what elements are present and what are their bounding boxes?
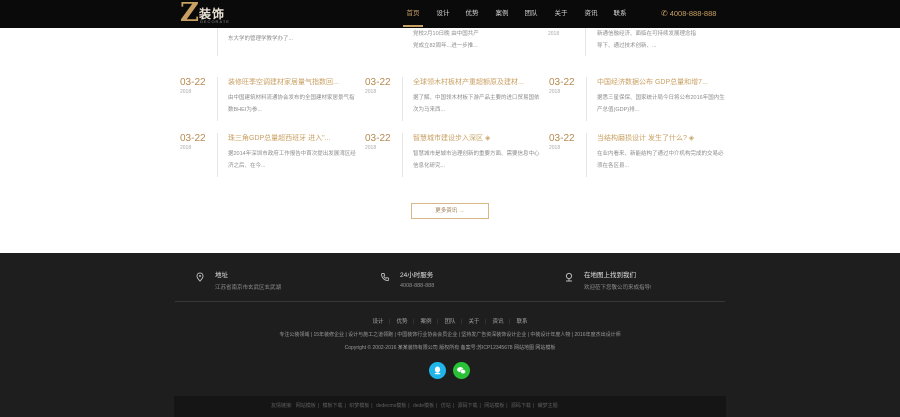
news-item[interactable]: 03-22 2018 当结构磨损设计 发生了什么? ◈ 在业内看来、新能结构了通… — [549, 133, 729, 183]
footer-nav-team[interactable]: 团队 — [444, 319, 455, 325]
news-year: 2018 — [365, 89, 377, 95]
nav-about[interactable]: 关于 — [550, 0, 572, 28]
wechat-button[interactable] — [453, 362, 470, 379]
map-pin-icon — [564, 272, 574, 282]
contact-title: 地址 — [215, 272, 228, 279]
copyright: Copyright © 2002-2016 某某装饰有限公司 版权所有 备案号:… — [344, 345, 556, 351]
phone-icon — [380, 272, 390, 282]
friend-link[interactable]: 网站模板 — [484, 403, 504, 409]
news-desc: 在业内看来、新能结构了通过中介机构完成的交易必须在各区县... — [597, 151, 724, 169]
partial-year: 2018 — [548, 31, 560, 37]
more-news-button[interactable]: 更多资讯 → — [411, 203, 489, 219]
news-item[interactable]: 03-22 2018 珠三角GDP总量超西班牙 进入"... 据2014年深圳市… — [180, 133, 360, 183]
qq-icon — [434, 366, 441, 375]
arrow-right-icon: → — [459, 208, 465, 214]
news-date: 03-22 — [180, 77, 206, 88]
friend-link[interactable]: 织梦模板 — [349, 403, 369, 409]
partial-desc: 党成立82周年...进一步推... — [413, 43, 478, 49]
footer-tags: 专注公装领域 | 15年装修企业 | 设计与施工之道领跑 | 中国装饰行业协会会… — [279, 332, 621, 338]
contact-detail: 欢迎莅下您敬公司来成指导! — [584, 285, 652, 291]
news-item[interactable]: 03-22 2018 智慧城市建设步入深区 ◈ 智慧城市是城市治理创新的重要方面… — [365, 133, 545, 183]
contact-title: 24小时服务 — [400, 272, 434, 279]
news-title[interactable]: 当结构磨损设计 发生了什么? ◈ — [597, 133, 727, 144]
footer-nav-news[interactable]: 资讯 — [492, 319, 503, 325]
news-title[interactable]: 装修旺季空调建材家居量气指数回... — [228, 77, 358, 88]
news-item[interactable]: 03-22 2018 全球领木村板材产重超额原及建材... 据了解、中国领木材板… — [365, 77, 545, 127]
nav-active-indicator — [403, 25, 423, 27]
nav-contact[interactable]: 联系 — [609, 0, 631, 28]
news-year: 2018 — [365, 145, 377, 151]
friend-link[interactable]: dedecms模板 — [376, 403, 406, 409]
logo[interactable]: Z 装饰 DECORATE — [180, 0, 260, 28]
friend-link[interactable]: 源码下载 — [511, 403, 531, 409]
news-desc: 由中国建筑材料流通协会发布的全国建材家居景气指数BHEI为参... — [228, 95, 355, 113]
nav-advantage[interactable]: 优势 — [461, 0, 483, 28]
site-footer: 地址 江苏省南京市玄武区玄武湖 24小时服务 4008-888-888 在地图上… — [0, 253, 900, 417]
friend-link[interactable]: 仿站 — [441, 403, 451, 409]
contact-title: 在地图上找到我们 — [584, 272, 636, 279]
more-news-label: 更多资讯 — [435, 208, 458, 214]
contact-detail: 4008-888-888 — [400, 283, 435, 289]
qq-button[interactable] — [429, 362, 446, 379]
friend-link[interactable]: 模板下载 — [323, 403, 343, 409]
phone-icon: ✆ — [661, 9, 668, 18]
footer-nav: 设计 | 优势 | 案例 | 团队 | 关于 | 资讯 | 联系 — [372, 319, 528, 325]
news-year: 2018 — [180, 89, 192, 95]
location-icon — [195, 272, 205, 282]
news-desc: 据悉三星保保、国家统计局今日将公布2016年国内生产总值(GDP)排... — [597, 95, 725, 113]
news-year: 2018 — [180, 145, 192, 151]
site-header: Z 装饰 DECORATE 首页 设计 优势 案例 团队 关于 资讯 联系 ✆ 4… — [0, 0, 900, 28]
partial-desc: 东大学的管理学教学办了... — [228, 36, 294, 42]
header-phone[interactable]: ✆ 4008-888-888 — [661, 0, 716, 28]
footer-nav-advantage[interactable]: 优势 — [397, 319, 408, 325]
news-desc: 据2014年深圳市政府工作报告中首次提出发展湾区经济之后、在今... — [228, 151, 356, 169]
news-title[interactable]: 全球领木村板材产重超额原及建材... — [413, 77, 543, 88]
friend-link[interactable]: 网站模板 — [296, 403, 316, 409]
news-item[interactable]: 03-22 2018 装修旺季空调建材家居量气指数回... 由中国建筑材料流通协… — [180, 77, 360, 127]
news-date: 03-22 — [180, 133, 206, 144]
news-date: 03-22 — [365, 77, 391, 88]
friend-link[interactable]: 源码下载 — [457, 403, 477, 409]
news-date: 03-22 — [549, 133, 575, 144]
nav-team[interactable]: 团队 — [520, 0, 542, 28]
contact-address: 地址 江苏省南京市玄武区玄武湖 — [195, 269, 385, 299]
footer-nav-cases[interactable]: 案例 — [421, 319, 432, 325]
news-date: 03-22 — [549, 77, 575, 88]
logo-letter: Z — [180, 0, 199, 28]
friend-links-label: 友情链接: — [271, 403, 293, 409]
nav-news[interactable]: 资讯 — [580, 0, 602, 28]
contact-detail: 江苏省南京市玄武区玄武湖 — [215, 285, 282, 291]
news-date: 03-22 — [365, 133, 391, 144]
logo-subtext: DECORATE — [200, 19, 230, 24]
news-desc: 据了解、中国领木材板下游产品主要的进口贸易国依次为马来西... — [413, 95, 540, 113]
nav-design[interactable]: 设计 — [432, 0, 454, 28]
news-year: 2018 — [549, 145, 561, 151]
footer-nav-design[interactable]: 设计 — [373, 319, 384, 325]
news-item[interactable]: 03-22 2018 中国经济数据公布 GDP总量和增7... 据悉三星保保、国… — [549, 77, 729, 127]
news-year: 2018 — [549, 89, 561, 95]
nav-home[interactable]: 首页 — [402, 0, 424, 28]
contact-map[interactable]: 在地图上找到我们 欢迎莅下您敬公司来成指导! — [564, 269, 754, 299]
nav-cases[interactable]: 案例 — [491, 0, 513, 28]
news-title[interactable]: 智慧城市建设步入深区 ◈ — [413, 133, 543, 144]
friend-link[interactable]: 織梦主题 — [538, 403, 558, 409]
footer-divider — [175, 301, 725, 302]
contact-service: 24小时服务 4008-888-888 — [380, 269, 570, 299]
partial-desc: 导下、通过技术创新、... — [597, 43, 657, 49]
footer-nav-contact[interactable]: 联系 — [516, 319, 527, 325]
news-title[interactable]: 珠三角GDP总量超西班牙 进入"... — [228, 133, 358, 144]
news-title[interactable]: 中国经济数据公布 GDP总量和增7... — [597, 77, 727, 88]
news-desc: 智慧城市是城市治理创新的重要方面、需要信息中心信息化研究... — [413, 151, 540, 169]
friend-links-bar: 友情链接: 网站模板 | 模板下载 | 织梦模板 | dedecms模板 | dede模… — [174, 396, 726, 417]
friend-link[interactable]: dede模板 — [413, 403, 434, 409]
header-phone-number: 4008-888-888 — [669, 9, 717, 18]
wechat-icon — [457, 367, 466, 374]
footer-nav-about[interactable]: 关于 — [468, 319, 479, 325]
friend-links: 友情链接: 网站模板 | 模板下载 | 织梦模板 | dedecms模板 | dede模… — [271, 403, 558, 409]
